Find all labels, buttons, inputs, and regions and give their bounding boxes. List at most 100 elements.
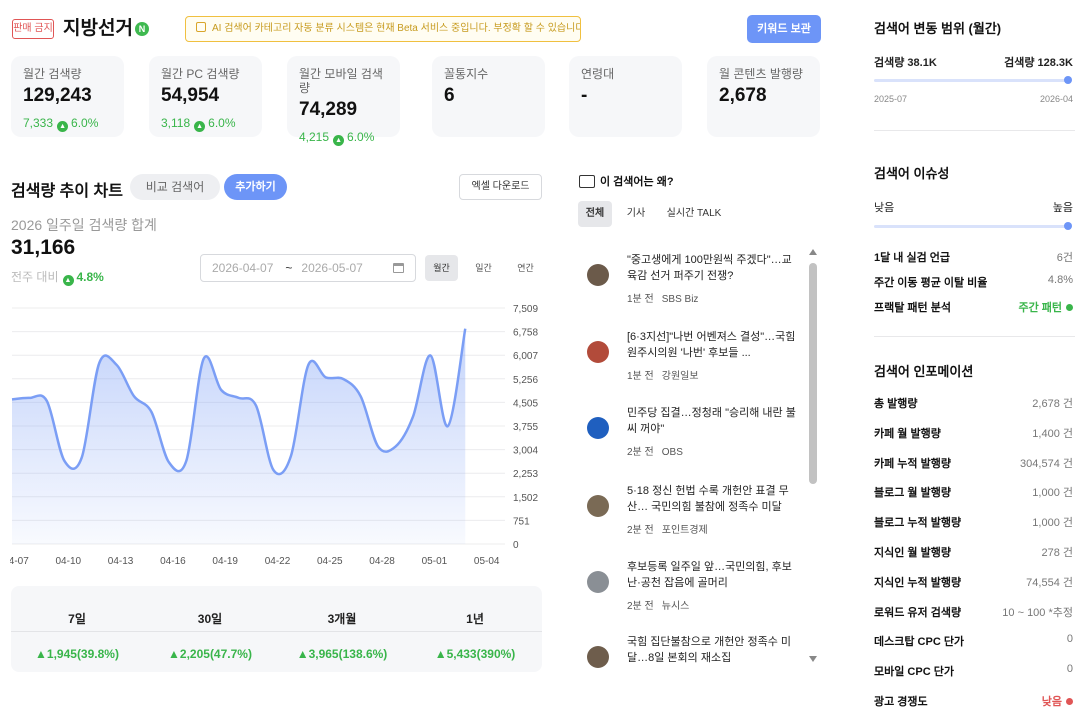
period-yearly-button[interactable]: 연간	[509, 255, 542, 281]
news-headline[interactable]: "중고생에게 100만원씩 주겠다"…교육감 선거 퍼주기 전쟁?	[627, 252, 801, 284]
info-row-value-text: 0	[1066, 663, 1073, 675]
news-source: 강원일보	[661, 371, 699, 382]
info-row-value-text: 1,000 건	[1032, 517, 1073, 529]
naver-n-icon: N	[135, 22, 149, 36]
calendar-icon[interactable]	[393, 263, 404, 273]
ban-badge: 판매 금지	[12, 19, 54, 39]
add-compare-button[interactable]: 추가하기	[224, 174, 287, 200]
info-row-key: 로워드 유저 검색량	[874, 607, 962, 619]
info-row-value-text: 1,400 건	[1032, 428, 1073, 440]
range-start-date: 2025-07	[874, 94, 908, 104]
info-row: 카페 월 발행량 1,400 건	[874, 425, 1075, 441]
info-row: 총 발행량 2,678 건	[874, 395, 1075, 411]
issue-row-value: 주간 패턴	[1018, 299, 1073, 315]
x-tick-label: 04-19	[212, 556, 238, 567]
info-row-key: 모바일 CPC 단가	[874, 666, 954, 678]
news-source: 뉴시스	[661, 601, 690, 612]
news-thumbnail[interactable]	[587, 264, 609, 286]
info-row-key: 카페 월 발행량	[874, 428, 941, 440]
news-thumbnail[interactable]	[587, 341, 609, 363]
info-row: 블로그 누적 발행량 1,000 건	[874, 514, 1075, 530]
news-title: 이 검색어는 왜?	[600, 176, 674, 188]
info-row-value-text: 304,574 건	[1020, 458, 1073, 470]
stat-delta-pct: 6.0%	[347, 130, 375, 144]
news-headline[interactable]: 후보등록 일주일 앞…국민의힘, 후보난·공천 잡음에 골머리	[627, 559, 801, 591]
date-range-picker[interactable]: 2026-04-07 ~2026-05-07	[200, 254, 416, 282]
y-tick-label: 7,509	[513, 304, 538, 315]
info-row-value: 0	[1067, 633, 1073, 645]
issue-row-key: 프랙탈 패턴 분석	[874, 302, 951, 314]
date-to[interactable]: 2026-05-07	[301, 261, 362, 275]
news-headline[interactable]: 국힘 집단불참으로 개헌안 정족수 미달…8일 본회의 재소집	[627, 634, 801, 666]
stat-delta: 3,118 ▲ 6.0%	[161, 116, 250, 132]
news-time: 2분 전	[627, 447, 654, 458]
info-row: 블로그 월 발행량 1,000 건	[874, 484, 1075, 500]
news-meta: 2분 전 뉴시스	[627, 597, 689, 612]
news-meta: 1분 전 강원일보	[627, 367, 699, 382]
issue-low-label: 낮음	[874, 202, 895, 214]
status-dot-icon	[1066, 698, 1073, 705]
scroll-down-icon[interactable]	[809, 656, 817, 662]
news-thumbnail[interactable]	[587, 646, 609, 668]
news-scrollbar[interactable]	[809, 263, 817, 484]
y-tick-label: 6,007	[513, 351, 538, 362]
stat-delta: 4,215 ▲ 6.0%	[299, 130, 388, 146]
news-headline[interactable]: [6·3지선]"나번 어벤져스 결성"…국힘 원주시의원 '나번' 후보들 ..…	[627, 329, 801, 361]
y-tick-label: 5,256	[513, 375, 538, 386]
stat-label: 꼴통지수	[444, 67, 489, 81]
x-tick-label: 04-07	[10, 556, 29, 567]
info-row-key: 총 발행량	[874, 398, 918, 410]
info-row-value: 낮음	[1042, 693, 1073, 709]
save-keyword-button[interactable]: 키워드 보관	[747, 15, 821, 43]
chat-bubble-icon	[579, 175, 595, 188]
stat-value: 74,289	[299, 99, 358, 120]
stat-card: 월간 PC 검색량 54,954 3,118 ▲ 6.0%	[149, 56, 262, 137]
issue-panel-title: 검색어 이슈성	[874, 166, 950, 181]
stat-delta-pct: 6.0%	[208, 116, 236, 130]
issue-row-value: 6건	[1057, 249, 1073, 265]
info-row: 광고 경쟁도 낮음	[874, 693, 1075, 709]
info-row: 모바일 CPC 단가 0	[874, 663, 1075, 679]
wow-label: 전주 대비	[11, 270, 59, 284]
range-end-date: 2026-04	[1039, 94, 1073, 104]
info-row-key: 지식인 월 발행량	[874, 547, 951, 559]
trend-area	[12, 328, 466, 544]
news-meta: 2분 전 포인트경제	[627, 521, 708, 536]
range-panel-title: 검색어 변동 범위 (월간)	[874, 21, 1002, 36]
news-headline[interactable]: 5·18 정신 헌법 수록 개헌안 표결 무산… 국민의힘 불참에 정족수 미달	[627, 483, 801, 515]
info-row-key: 카페 누적 발행량	[874, 458, 951, 470]
issue-row-value: 4.8%	[1048, 274, 1073, 286]
period-header: 30일	[197, 612, 223, 626]
status-dot-icon	[1066, 304, 1073, 311]
period-monthly-button[interactable]: 월간	[425, 255, 458, 281]
period-daily-button[interactable]: 일간	[467, 255, 500, 281]
news-thumbnail[interactable]	[587, 417, 609, 439]
compare-keyword-input[interactable]: 비교 검색어	[130, 174, 220, 200]
period-change-value: ▲3,965(138.6%)	[296, 647, 388, 661]
y-tick-label: 0	[513, 540, 519, 551]
news-tab-articles[interactable]: 기사	[620, 201, 652, 227]
x-tick-label: 04-10	[56, 556, 82, 567]
range-level-dot	[1064, 76, 1072, 84]
info-row-value: 304,574 건	[1020, 455, 1073, 471]
news-thumbnail[interactable]	[587, 571, 609, 593]
news-header: 이 검색어는 왜?	[579, 173, 674, 189]
notice-icon	[196, 22, 206, 32]
news-source: OBS	[661, 447, 683, 458]
search-trend-chart: 0 751 1,502 2,253 3,004 3,755 4,505 5,256 6,007 6…	[10, 304, 538, 567]
wow-pct: 4.8%	[76, 270, 104, 284]
y-tick-label: 751	[513, 516, 530, 527]
scroll-up-icon[interactable]	[809, 249, 817, 255]
news-meta: 2분 전 OBS	[627, 443, 683, 458]
news-time: 2분 전	[627, 601, 654, 612]
excel-download-button[interactable]: 엑셀 다운로드	[459, 174, 542, 200]
info-row-value-text: 2,678 건	[1032, 398, 1073, 410]
beta-notice: AI 검색어 카테고리 자동 분류 시스템은 현재 Beta 서비스 중입니다.…	[185, 16, 581, 42]
news-thumbnail[interactable]	[587, 495, 609, 517]
news-headline[interactable]: 민주당 집결…정청래 "승리해 내란 불씨 꺼야"	[627, 405, 801, 437]
x-tick-label: 04-13	[108, 556, 134, 567]
news-tab-talk[interactable]: 실시간 TALK	[660, 201, 728, 227]
news-tab-all[interactable]: 전체	[578, 201, 612, 227]
date-from[interactable]: 2026-04-07	[212, 261, 273, 275]
issue-level-dot	[1064, 222, 1072, 230]
